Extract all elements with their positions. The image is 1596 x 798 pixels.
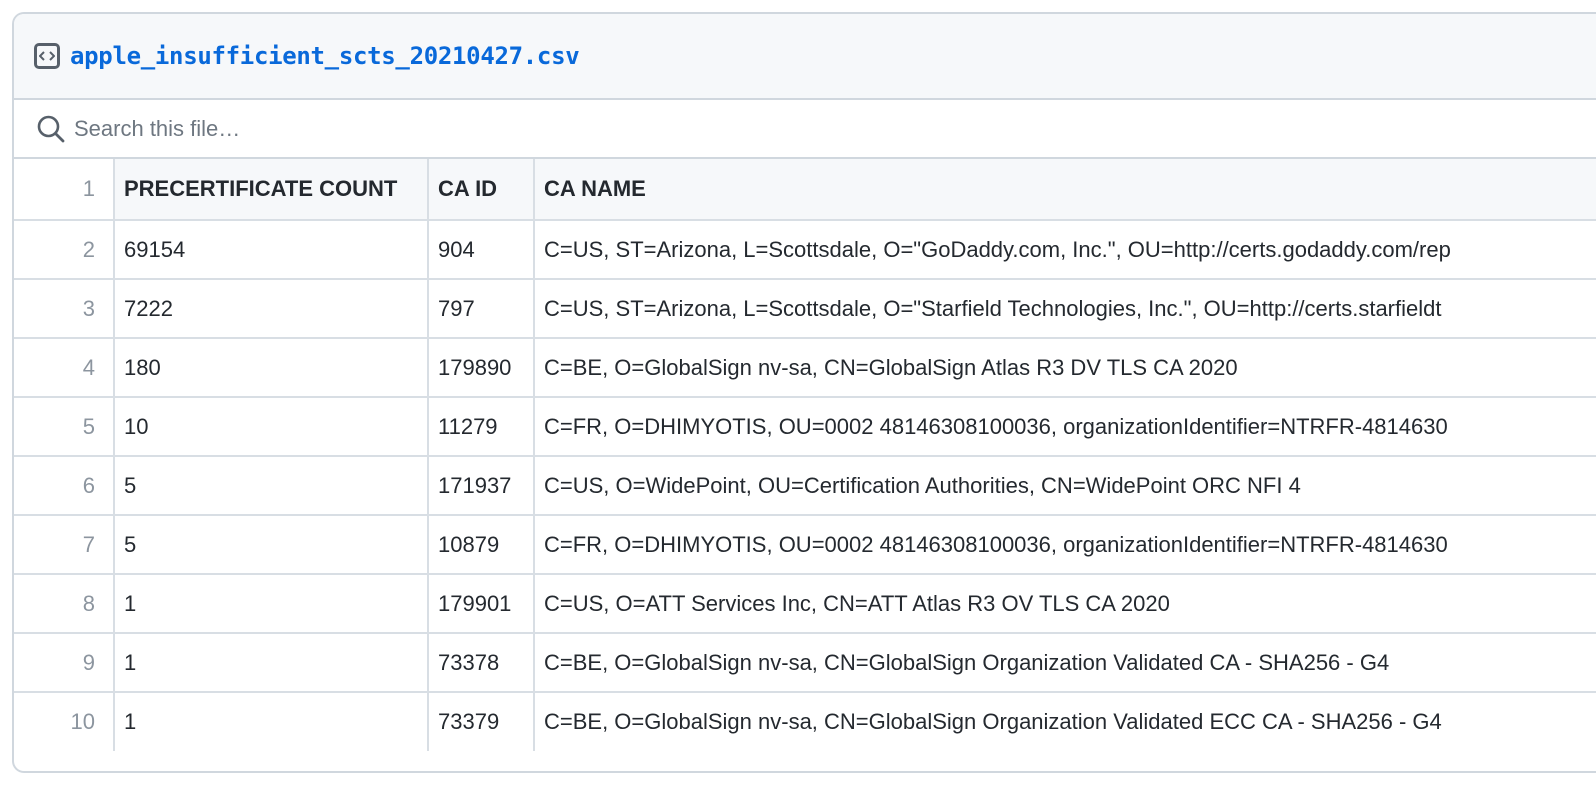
table-row: 7 5 10879 C=FR, O=DHIMYOTIS, OU=0002 481… bbox=[14, 515, 1596, 575]
cell-ca-id: 73378 bbox=[428, 633, 535, 693]
cell-precertificate-count: 5 bbox=[114, 456, 429, 516]
cell-ca-name: C=BE, O=GlobalSign nv-sa, CN=GlobalSign … bbox=[534, 633, 1596, 693]
cell-ca-name: C=BE, O=GlobalSign nv-sa, CN=GlobalSign … bbox=[534, 338, 1596, 398]
cell-ca-name: C=FR, O=DHIMYOTIS, OU=0002 4814630810003… bbox=[534, 515, 1596, 575]
cell-ca-id: 179890 bbox=[428, 338, 535, 398]
cell-ca-name: C=BE, O=GlobalSign nv-sa, CN=GlobalSign … bbox=[534, 692, 1596, 751]
cell-precertificate-count: 1 bbox=[114, 692, 429, 751]
cell-ca-name: C=US, ST=Arizona, L=Scottsdale, O="GoDad… bbox=[534, 220, 1596, 280]
table-header-row: 1 PRECERTIFICATE COUNT CA ID CA NAME bbox=[14, 159, 1596, 221]
search-input[interactable] bbox=[74, 115, 874, 142]
line-number[interactable]: 7 bbox=[14, 515, 115, 575]
line-number[interactable]: 4 bbox=[14, 338, 115, 398]
cell-ca-id: 904 bbox=[428, 220, 535, 280]
column-header-ca-id: CA ID bbox=[428, 159, 535, 221]
file-header: apple_insufficient_scts_20210427.csv bbox=[14, 14, 1596, 100]
cell-precertificate-count: 180 bbox=[114, 338, 429, 398]
line-number[interactable]: 8 bbox=[14, 574, 115, 634]
table-row: 8 1 179901 C=US, O=ATT Services Inc, CN=… bbox=[14, 574, 1596, 634]
cell-ca-id: 10879 bbox=[428, 515, 535, 575]
line-number[interactable]: 3 bbox=[14, 279, 115, 339]
csv-file-viewer: apple_insufficient_scts_20210427.csv 1 P… bbox=[12, 12, 1596, 773]
column-header-precertificate-count: PRECERTIFICATE COUNT bbox=[114, 159, 429, 221]
search-icon bbox=[36, 113, 68, 145]
cell-ca-name: C=US, O=WidePoint, OU=Certification Auth… bbox=[534, 456, 1596, 516]
cell-ca-id: 73379 bbox=[428, 692, 535, 751]
csv-table: 1 PRECERTIFICATE COUNT CA ID CA NAME 2 6… bbox=[14, 159, 1596, 751]
cell-ca-name: C=FR, O=DHIMYOTIS, OU=0002 4814630810003… bbox=[534, 397, 1596, 457]
file-name-link[interactable]: apple_insufficient_scts_20210427.csv bbox=[70, 42, 580, 70]
cell-precertificate-count: 7222 bbox=[114, 279, 429, 339]
table-row: 6 5 171937 C=US, O=WidePoint, OU=Certifi… bbox=[14, 456, 1596, 516]
cell-precertificate-count: 5 bbox=[114, 515, 429, 575]
line-number[interactable]: 9 bbox=[14, 633, 115, 693]
cell-ca-id: 179901 bbox=[428, 574, 535, 634]
table-row: 9 1 73378 C=BE, O=GlobalSign nv-sa, CN=G… bbox=[14, 633, 1596, 693]
table-row: 5 10 11279 C=FR, O=DHIMYOTIS, OU=0002 48… bbox=[14, 397, 1596, 457]
cell-precertificate-count: 69154 bbox=[114, 220, 429, 280]
line-number[interactable]: 2 bbox=[14, 220, 115, 280]
search-bar bbox=[14, 100, 1596, 159]
line-number[interactable]: 5 bbox=[14, 397, 115, 457]
table-row: 3 7222 797 C=US, ST=Arizona, L=Scottsdal… bbox=[14, 279, 1596, 339]
file-code-icon bbox=[34, 43, 60, 69]
table-row: 4 180 179890 C=BE, O=GlobalSign nv-sa, C… bbox=[14, 338, 1596, 398]
cell-ca-name: C=US, O=ATT Services Inc, CN=ATT Atlas R… bbox=[534, 574, 1596, 634]
cell-ca-id: 797 bbox=[428, 279, 535, 339]
cell-precertificate-count: 10 bbox=[114, 397, 429, 457]
line-number[interactable]: 10 bbox=[14, 692, 115, 751]
line-number[interactable]: 1 bbox=[14, 159, 115, 221]
table-row: 2 69154 904 C=US, ST=Arizona, L=Scottsda… bbox=[14, 220, 1596, 280]
column-header-ca-name: CA NAME bbox=[534, 159, 1596, 221]
cell-ca-id: 11279 bbox=[428, 397, 535, 457]
line-number[interactable]: 6 bbox=[14, 456, 115, 516]
table-row: 10 1 73379 C=BE, O=GlobalSign nv-sa, CN=… bbox=[14, 692, 1596, 751]
cell-ca-id: 171937 bbox=[428, 456, 535, 516]
cell-precertificate-count: 1 bbox=[114, 633, 429, 693]
cell-ca-name: C=US, ST=Arizona, L=Scottsdale, O="Starf… bbox=[534, 279, 1596, 339]
cell-precertificate-count: 1 bbox=[114, 574, 429, 634]
